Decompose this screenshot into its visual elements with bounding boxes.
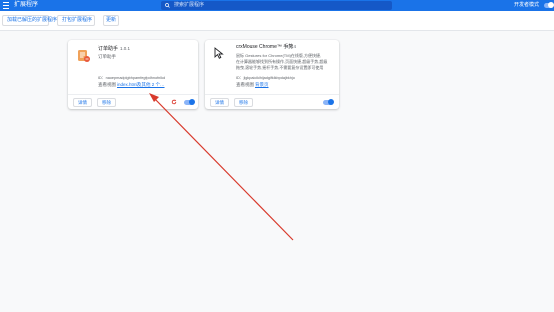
annotation-arrow bbox=[149, 93, 294, 241]
